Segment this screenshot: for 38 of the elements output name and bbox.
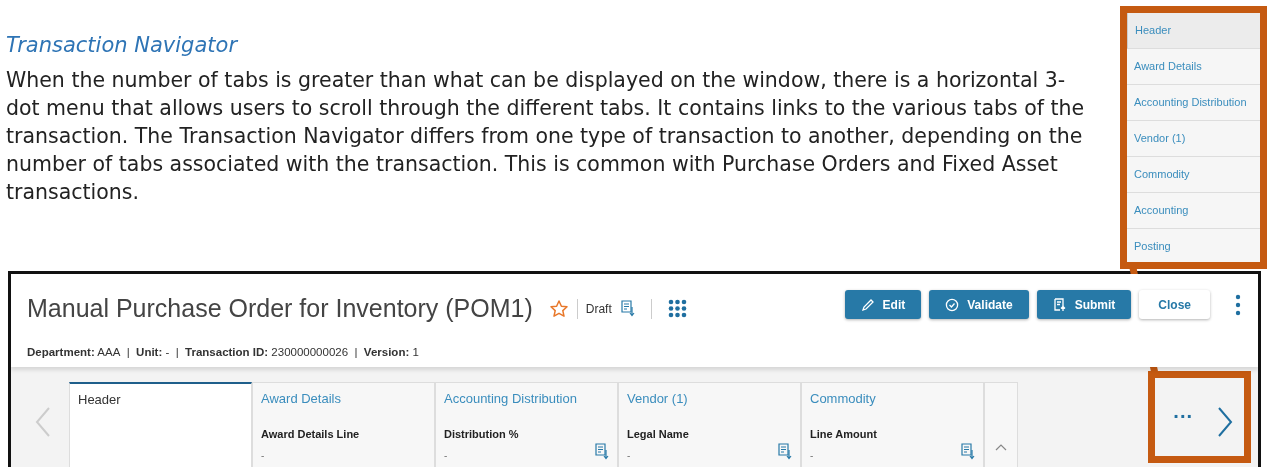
section-heading: Transaction Navigator [6,32,239,59]
tab[interactable]: Vendor (1) Legal Name - [618,382,801,467]
document-icon [1052,297,1067,312]
star-icon [548,298,569,319]
more-tabs-button[interactable]: ... [1173,402,1193,428]
body-paragraph: When the number of tabs is greater than what can be displayed on the window, there is a horizontal 3-dot menu that allows users to scroll through the different tabs. It contains links to the various tabs of the transaction. The Transaction Navigator differs from one type of transaction to another, depending on the number of tabs associated with the transaction. This is common with Purchase Orders and Fixed Asset transactions. [6,66,1086,206]
field-value: - [810,450,814,461]
grid-menu-icon [667,299,687,319]
validate-button[interactable]: Validate [929,290,1029,320]
pencil-icon [860,297,875,312]
field-value: - [261,450,265,461]
transaction-details: Department: AAA | Unit: - | Transaction ID: 230000000026 | Version: 1 [27,345,419,358]
menu-item[interactable]: Header [1127,13,1260,49]
tab[interactable]: Header [69,382,252,467]
edit-button[interactable]: Edit [844,290,922,320]
tab[interactable]: Accounting Distribution Distribution % - [435,382,618,467]
menu-item[interactable]: Vendor (1) [1127,121,1260,157]
field-label: Distribution % [444,426,520,442]
field-value: - [444,450,448,461]
submit-button[interactable]: Submit [1036,290,1132,320]
tab[interactable]: Commodity Line Amount - [801,382,984,467]
page-title: Manual Purchase Order for Inventory (POM1) [27,293,533,324]
field-value: - [627,450,631,461]
menu-item[interactable]: Award Details [1127,49,1260,85]
document-icon [619,300,635,318]
field-label: Legal Name [627,426,690,442]
status-label: Draft [585,300,612,318]
check-circle-icon [945,297,960,312]
menu-item[interactable]: Commodity [1127,157,1260,193]
menu-item[interactable]: Posting [1127,229,1260,262]
tab[interactable]: Award Details Award Details Line - [252,382,435,467]
chevron-up-icon[interactable] [995,443,1007,451]
chevron-right-icon[interactable] [1217,407,1233,437]
menu-item[interactable]: Accounting [1127,193,1260,229]
field-label: Award Details Line [261,426,361,442]
menu-item[interactable]: Accounting Distribution [1127,85,1260,121]
more-options-icon[interactable] [1234,293,1242,316]
field-label: Line Amount [810,426,878,442]
